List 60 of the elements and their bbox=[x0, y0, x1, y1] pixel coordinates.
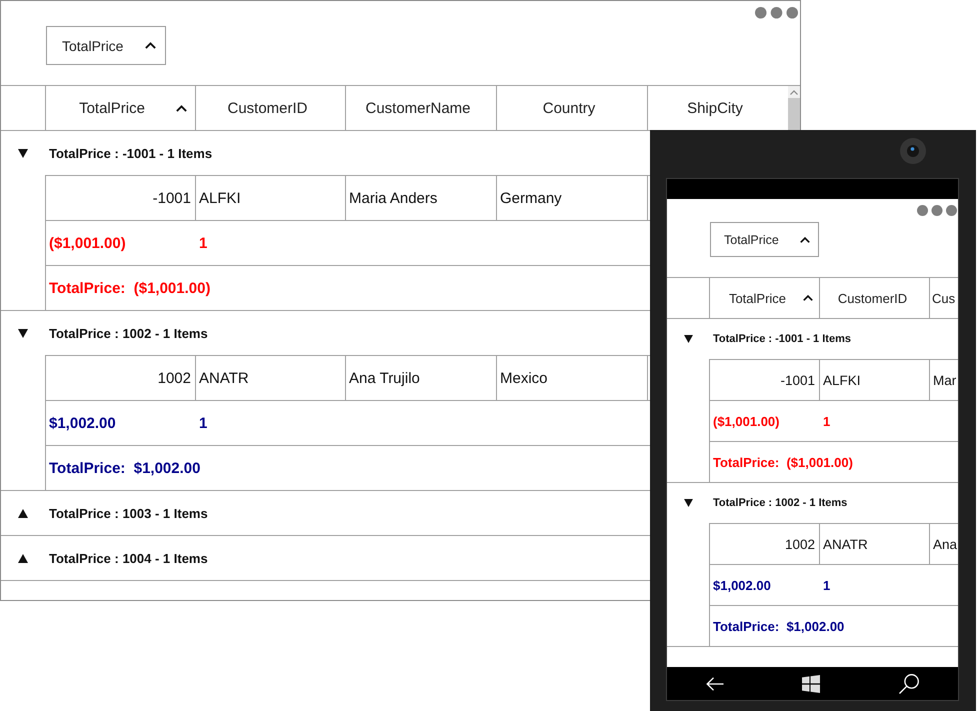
column-header[interactable]: TotalPrice bbox=[46, 86, 196, 130]
more-options-icon[interactable] bbox=[917, 205, 957, 216]
up-triangle-icon[interactable] bbox=[18, 508, 28, 518]
group-caption: TotalPrice : -1001 - 1 Items bbox=[49, 146, 212, 160]
column-header[interactable]: ShipCity bbox=[648, 86, 788, 130]
summary-value: $1,002.00 bbox=[49, 414, 116, 432]
column-header[interactable]: CustomerName bbox=[346, 86, 497, 130]
table-cell: Ana Trujilo bbox=[346, 356, 497, 400]
table-cell: Germany bbox=[497, 176, 648, 220]
group-summary: TotalPrice: $1,002.00 bbox=[713, 618, 844, 634]
vertical-scrollbar[interactable] bbox=[788, 86, 800, 130]
summary-value: $1,002.00 bbox=[713, 578, 771, 592]
table-cell: ALFKI bbox=[820, 360, 930, 400]
down-triangle-icon[interactable] bbox=[684, 499, 692, 507]
group-summary: TotalPrice: $1,002.00 bbox=[49, 460, 200, 476]
column-header[interactable]: Country bbox=[497, 86, 648, 130]
table-cell: -1001 bbox=[46, 176, 196, 220]
summary-value: ($1,001.00) bbox=[49, 234, 126, 252]
down-triangle-icon[interactable] bbox=[18, 328, 28, 338]
back-arrow-icon[interactable] bbox=[706, 676, 724, 690]
group-caption: TotalPrice : 1002 - 1 Items bbox=[713, 497, 848, 509]
summary-value: 1 bbox=[823, 414, 830, 428]
grouped-column-button[interactable]: TotalPrice bbox=[710, 222, 819, 257]
four-tiles-icon[interactable] bbox=[802, 674, 820, 692]
group-summary: TotalPrice: ($1,001.00) bbox=[49, 280, 210, 296]
summary-value: 1 bbox=[199, 414, 208, 432]
search-icon[interactable] bbox=[898, 674, 919, 694]
table-cell: 1002 bbox=[710, 524, 820, 564]
table-cell: -1001 bbox=[710, 360, 820, 400]
down-triangle-icon[interactable] bbox=[684, 335, 692, 343]
table-cell: ANATR bbox=[820, 524, 930, 564]
group-caption: TotalPrice : 1004 - 1 Items bbox=[49, 550, 208, 566]
up-triangle-icon[interactable] bbox=[18, 554, 28, 562]
chevron-up-icon[interactable] bbox=[800, 236, 810, 242]
table-cell-text: Mar bbox=[932, 372, 958, 390]
down-triangle-icon[interactable] bbox=[18, 148, 28, 158]
column-header[interactable]: TotalPrice bbox=[710, 278, 820, 318]
table-cell-text: Ana bbox=[932, 536, 958, 554]
table-cell: ANATR bbox=[196, 356, 346, 400]
camera-icon bbox=[900, 138, 926, 164]
table-cell: Maria Anders bbox=[346, 176, 497, 220]
group-caption: TotalPrice : 1002 - 1 Items bbox=[49, 326, 208, 340]
scrollbar-thumb[interactable] bbox=[788, 98, 800, 130]
grouped-column-button[interactable]: TotalPrice bbox=[46, 26, 166, 65]
group-summary: TotalPrice: ($1,001.00) bbox=[713, 454, 853, 470]
group-caption: TotalPrice : -1001 - 1 Items bbox=[713, 333, 851, 345]
column-header[interactable]: CustomerID bbox=[820, 278, 930, 318]
chevron-up-icon[interactable] bbox=[803, 295, 813, 301]
summary-value: 1 bbox=[823, 578, 830, 592]
table-cell: ALFKI bbox=[196, 176, 346, 220]
summary-value: ($1,001.00) bbox=[713, 414, 780, 428]
column-header[interactable]: Cus bbox=[930, 278, 958, 318]
chevron-up-icon[interactable] bbox=[176, 104, 187, 112]
column-header[interactable]: CustomerID bbox=[196, 86, 346, 130]
chevron-up-icon[interactable] bbox=[145, 42, 156, 49]
more-options-icon[interactable] bbox=[755, 7, 798, 18]
summary-value: 1 bbox=[199, 234, 208, 252]
table-cell: 1002 bbox=[46, 356, 196, 400]
table-cell: Mexico bbox=[497, 356, 648, 400]
group-caption: TotalPrice : 1003 - 1 Items bbox=[49, 506, 208, 520]
